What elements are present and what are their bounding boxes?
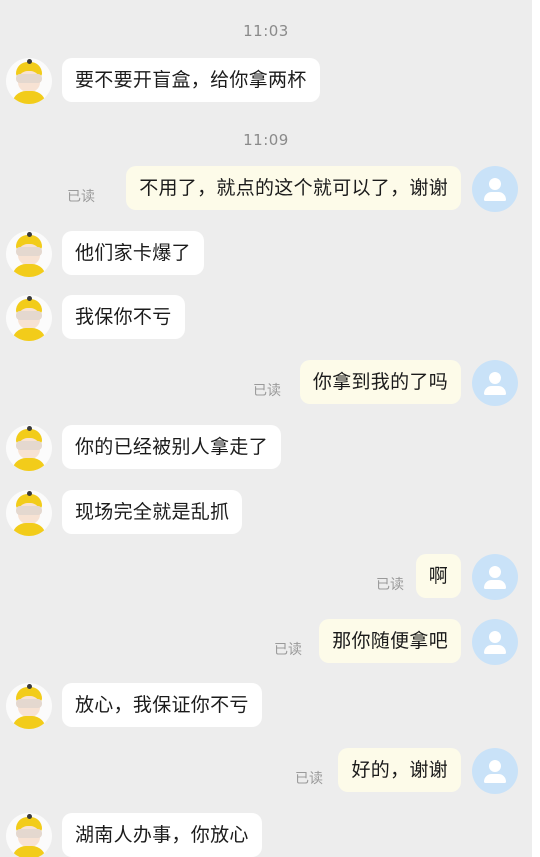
contact-avatar[interactable]	[6, 813, 52, 857]
self-avatar[interactable]	[472, 166, 518, 212]
self-avatar[interactable]	[472, 748, 518, 794]
message-incoming: 要不要开盲盒，给你拿两杯	[0, 56, 532, 106]
message-outgoing: 已读 不用了，就点的这个就可以了，谢谢	[0, 164, 532, 214]
message-bubble[interactable]: 那你随便拿吧	[319, 619, 461, 663]
message-bubble[interactable]: 不用了，就点的这个就可以了，谢谢	[126, 166, 461, 210]
message-incoming: 我保你不亏	[0, 293, 532, 343]
message-incoming: 湖南人办事，你放心	[0, 811, 532, 857]
read-status: 已读	[295, 771, 323, 787]
chat-history[interactable]: 11:03 要不要开盲盒，给你拿两杯 11:09 已读 不用了，就点的这个就可以…	[0, 0, 532, 857]
message-incoming: 他们家卡爆了	[0, 229, 532, 279]
read-status: 已读	[67, 189, 95, 205]
scrollbar[interactable]	[532, 0, 540, 857]
self-avatar[interactable]	[472, 360, 518, 406]
contact-avatar[interactable]	[6, 425, 52, 471]
message-bubble[interactable]: 要不要开盲盒，给你拿两杯	[62, 58, 320, 102]
timestamp: 11:03	[243, 22, 289, 40]
message-outgoing: 已读 啊	[0, 552, 532, 602]
read-status: 已读	[253, 383, 281, 399]
message-incoming: 你的已经被别人拿走了	[0, 423, 532, 473]
message-outgoing: 已读 你拿到我的了吗	[0, 358, 532, 408]
contact-avatar[interactable]	[6, 490, 52, 536]
message-outgoing: 已读 那你随便拿吧	[0, 617, 532, 667]
message-bubble[interactable]: 啊	[415, 554, 461, 598]
self-avatar[interactable]	[472, 619, 518, 665]
message-bubble[interactable]: 你的已经被别人拿走了	[62, 425, 282, 469]
self-avatar[interactable]	[472, 554, 518, 600]
message-bubble[interactable]: 他们家卡爆了	[62, 231, 204, 275]
message-bubble[interactable]: 现场完全就是乱抓	[62, 490, 243, 534]
contact-avatar[interactable]	[6, 231, 52, 277]
message-bubble[interactable]: 放心，我保证你不亏	[62, 683, 262, 727]
message-incoming: 现场完全就是乱抓	[0, 488, 532, 538]
contact-avatar[interactable]	[6, 58, 52, 104]
message-bubble[interactable]: 湖南人办事，你放心	[62, 813, 262, 857]
timestamp: 11:09	[243, 131, 289, 149]
contact-avatar[interactable]	[6, 683, 52, 729]
message-bubble[interactable]: 你拿到我的了吗	[299, 360, 461, 404]
message-incoming: 放心，我保证你不亏	[0, 681, 532, 731]
message-outgoing: 已读 好的，谢谢	[0, 746, 532, 796]
read-status: 已读	[274, 642, 302, 658]
contact-avatar[interactable]	[6, 295, 52, 341]
message-bubble[interactable]: 好的，谢谢	[338, 748, 461, 792]
message-bubble[interactable]: 我保你不亏	[62, 295, 185, 339]
read-status: 已读	[376, 577, 404, 593]
